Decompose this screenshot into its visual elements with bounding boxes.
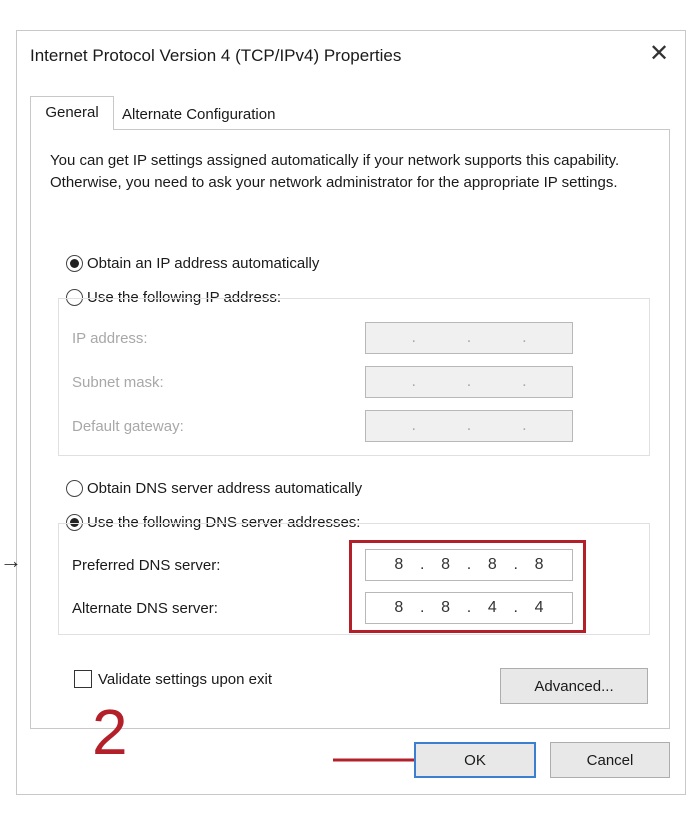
subnet-mask-label: Subnet mask: xyxy=(72,374,164,391)
dns-highlight-box xyxy=(349,540,586,633)
radio-obtain-dns-auto[interactable]: Obtain DNS server address automatically xyxy=(66,480,362,497)
radio-obtain-dns-auto-label: Obtain DNS server address automatically xyxy=(87,480,363,497)
default-gateway-label: Default gateway: xyxy=(72,418,184,435)
ip-address-label: IP address: xyxy=(72,330,148,347)
dialog-title: Internet Protocol Version 4 (TCP/IPv4) P… xyxy=(30,46,402,65)
default-gateway-field: ... xyxy=(365,410,573,442)
radio-selected-icon[interactable] xyxy=(66,255,83,272)
validate-label: Validate settings upon exit xyxy=(98,671,273,688)
alternate-dns-label: Alternate DNS server: xyxy=(72,600,218,617)
preferred-dns-label: Preferred DNS server: xyxy=(72,557,221,574)
ok-button[interactable]: OK xyxy=(414,742,536,778)
radio-obtain-ip-auto[interactable]: Obtain an IP address automatically xyxy=(66,255,319,272)
step-number-annotation: 2 xyxy=(92,696,128,768)
tab-alternate-configuration[interactable]: Alternate Configuration xyxy=(116,100,281,128)
tab-general[interactable]: General xyxy=(30,96,114,130)
validate-checkbox[interactable] xyxy=(74,670,92,688)
side-arrow-icon: → xyxy=(0,548,22,573)
radio-obtain-ip-auto-label: Obtain an IP address automatically xyxy=(87,255,320,272)
cancel-button[interactable]: Cancel xyxy=(550,742,670,778)
advanced-button[interactable]: Advanced... xyxy=(500,668,648,704)
close-icon[interactable]: ✕ xyxy=(645,40,673,68)
radio-unselected-icon[interactable] xyxy=(66,480,83,497)
ip-address-field: ... xyxy=(365,322,573,354)
subnet-mask-field: ... xyxy=(365,366,573,398)
description-text: You can get IP settings assigned automat… xyxy=(50,152,620,191)
